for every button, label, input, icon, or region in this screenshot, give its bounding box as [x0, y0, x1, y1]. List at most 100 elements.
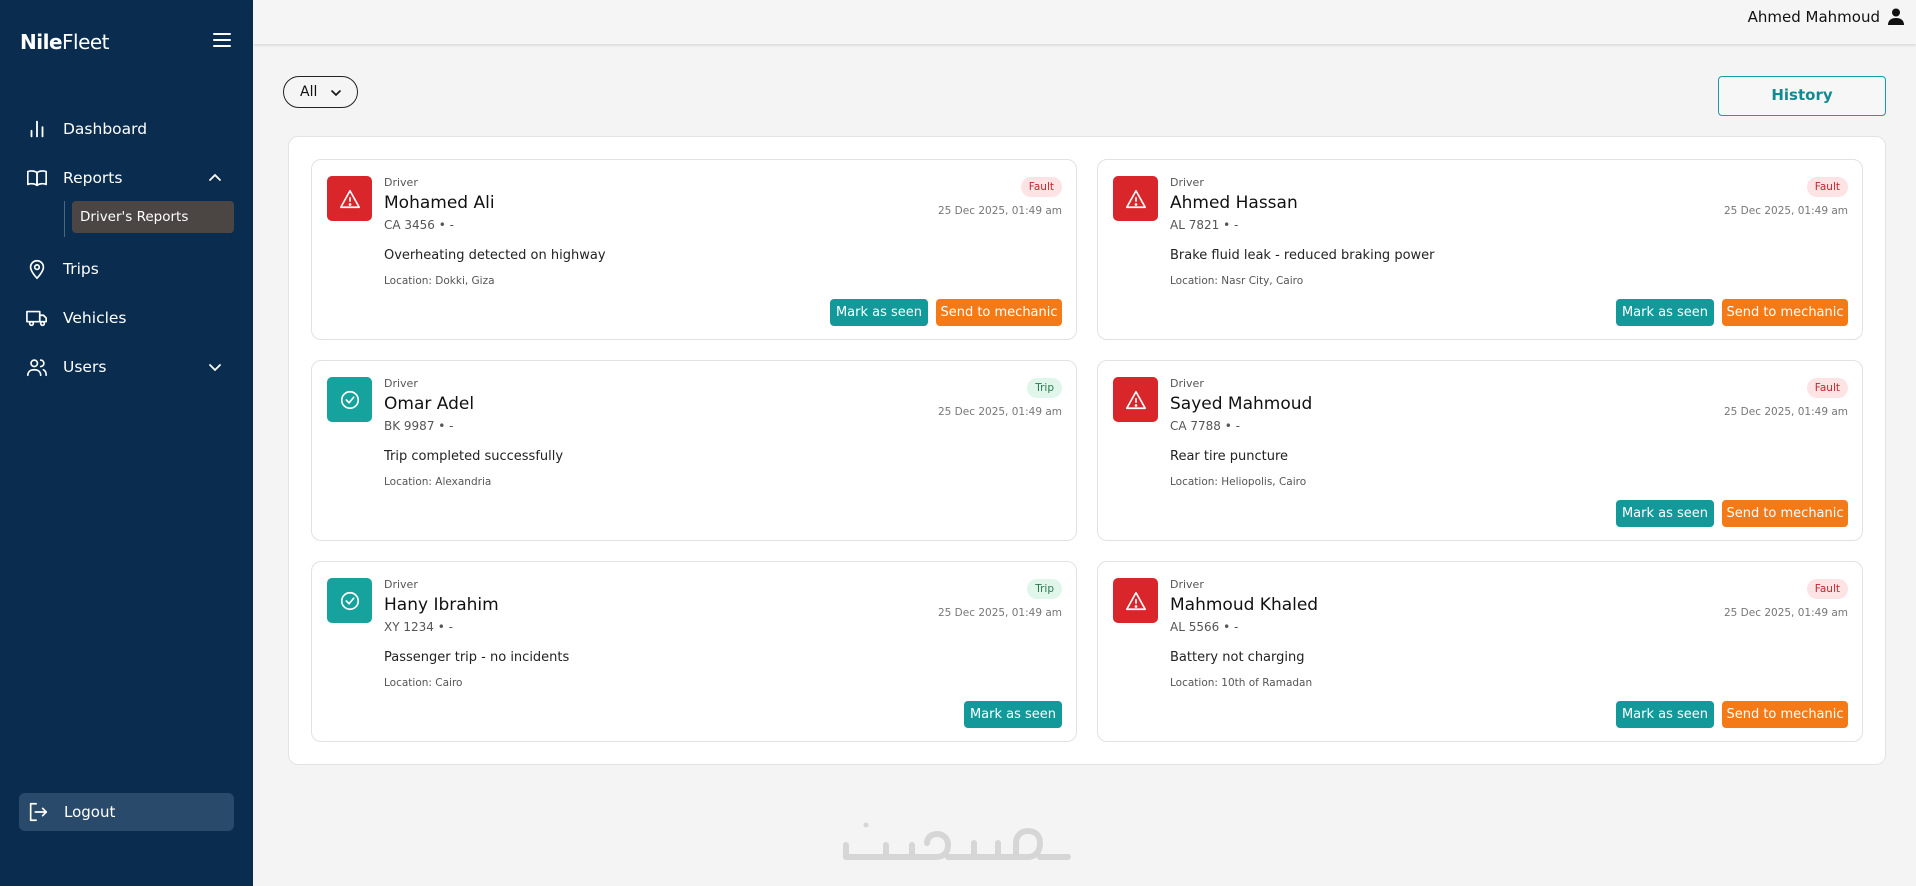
report-card: Driver Sayed Mahmoud CA 7788 • - Rear ti… [1097, 360, 1863, 541]
warning-icon [1125, 390, 1146, 409]
card-role: Driver [1170, 377, 1204, 390]
user-name[interactable]: Ahmed Mahmoud [1748, 8, 1880, 26]
report-timestamp: 25 Dec 2025, 01:49 am [1723, 406, 1848, 418]
report-description: Rear tire puncture [1170, 449, 1289, 464]
sidebar-item-trips[interactable]: Trips [0, 249, 253, 289]
status-badge: Fault [1806, 177, 1848, 197]
report-description: Passenger trip - no incidents [384, 650, 570, 665]
warning-icon [1125, 591, 1146, 610]
status-badge: Trip [1027, 579, 1062, 599]
sidebar-item-label: Users [63, 358, 107, 376]
report-card: Driver Hany Ibrahim XY 1234 • - Passenge… [311, 561, 1077, 742]
sidebar-item-vehicles[interactable]: Vehicles [0, 298, 253, 338]
filter-dropdown[interactable]: All [283, 76, 358, 108]
status-badge: Trip [1027, 378, 1062, 398]
users-icon [27, 359, 47, 377]
vehicle-plate: BK 9987 • - [384, 419, 454, 433]
report-location: Location: Alexandria [384, 476, 492, 488]
sidebar-item-label: Dashboard [63, 120, 148, 138]
check-circle-icon [340, 390, 359, 409]
sidebar-item-reports[interactable]: Reports [0, 158, 253, 198]
logout-button[interactable]: Logout [19, 793, 234, 831]
report-card: Driver Ahmed Hassan AL 7821 • - Brake fl… [1097, 159, 1863, 340]
history-button[interactable]: History [1718, 76, 1886, 116]
vehicle-plate: XY 1234 • - [384, 620, 453, 634]
driver-name: Hany Ibrahim [384, 595, 499, 615]
report-type-badge [1113, 377, 1158, 422]
filter-selected-value: All [300, 84, 318, 100]
send-to-mechanic-button[interactable]: Send to mechanic [936, 299, 1062, 326]
vehicle-plate: AL 7821 • - [1170, 218, 1239, 232]
book-icon [27, 170, 47, 187]
report-card: Driver Mahmoud Khaled AL 5566 • - Batter… [1097, 561, 1863, 742]
menu-toggle-icon[interactable] [213, 33, 231, 49]
report-timestamp: 25 Dec 2025, 01:49 am [937, 205, 1062, 217]
user-icon[interactable] [1888, 8, 1904, 25]
chevron-down-icon [331, 90, 341, 97]
sidebar-item-label: Vehicles [63, 309, 127, 327]
report-card: Driver Mohamed Ali CA 3456 • - Overheati… [311, 159, 1077, 340]
reports-panel: Driver Mohamed Ali CA 3456 • - Overheati… [288, 136, 1886, 765]
location-pin-icon [29, 259, 45, 280]
logout-icon [29, 802, 48, 822]
chevron-down-icon [209, 364, 221, 372]
mark-as-seen-button[interactable]: Mark as seen [964, 701, 1062, 728]
status-badge: Fault [1806, 378, 1848, 398]
card-role: Driver [384, 176, 418, 189]
status-badge: Fault [1020, 177, 1062, 197]
driver-name: Sayed Mahmoud [1170, 394, 1313, 414]
report-description: Trip completed successfully [384, 449, 564, 464]
report-timestamp: 25 Dec 2025, 01:49 am [1723, 607, 1848, 619]
mark-as-seen-button[interactable]: Mark as seen [1616, 701, 1714, 728]
report-description: Battery not charging [1170, 650, 1305, 665]
report-description: Brake fluid leak - reduced braking power [1170, 248, 1435, 263]
report-location: Location: Nasr City, Cairo [1170, 275, 1304, 287]
driver-name: Ahmed Hassan [1170, 193, 1298, 213]
report-type-badge [327, 578, 372, 623]
send-to-mechanic-button[interactable]: Send to mechanic [1722, 299, 1848, 326]
report-timestamp: 25 Dec 2025, 01:49 am [937, 607, 1062, 619]
report-type-badge [327, 377, 372, 422]
report-type-badge [327, 176, 372, 221]
brand-logo[interactable]: NileFleet [20, 30, 110, 54]
report-description: Overheating detected on highway [384, 248, 606, 263]
sidebar-subitem-drivers-reports[interactable]: Driver's Reports [72, 201, 234, 233]
card-role: Driver [1170, 176, 1204, 189]
sidebar-item-dashboard[interactable]: Dashboard [0, 109, 253, 149]
card-role: Driver [384, 377, 418, 390]
sidebar-item-label: Reports [63, 169, 123, 187]
driver-name: Mohamed Ali [384, 193, 495, 213]
warning-icon [1125, 189, 1146, 208]
submenu-line [64, 201, 65, 237]
logout-label: Logout [64, 803, 116, 821]
report-location: Location: 10th of Ramadan [1170, 677, 1313, 689]
vehicle-plate: CA 7788 • - [1170, 419, 1240, 433]
report-card: Driver Omar Adel BK 9987 • - Trip comple… [311, 360, 1077, 541]
mark-as-seen-button[interactable]: Mark as seen [1616, 500, 1714, 527]
mark-as-seen-button[interactable]: Mark as seen [830, 299, 928, 326]
report-timestamp: 25 Dec 2025, 01:49 am [1723, 205, 1848, 217]
chevron-up-icon [209, 173, 221, 181]
sidebar: NileFleet Dashboard Reports Driver's Rep… [0, 0, 253, 886]
warning-icon [339, 189, 360, 208]
vehicle-plate: AL 5566 • - [1170, 620, 1239, 634]
report-type-badge [1113, 176, 1158, 221]
mark-as-seen-button[interactable]: Mark as seen [1616, 299, 1714, 326]
sidebar-item-users[interactable]: Users [0, 347, 253, 387]
status-badge: Fault [1806, 579, 1848, 599]
driver-name: Omar Adel [384, 394, 475, 414]
truck-icon [26, 310, 47, 327]
send-to-mechanic-button[interactable]: Send to mechanic [1722, 500, 1848, 527]
sidebar-item-label: Trips [63, 260, 99, 278]
top-bar: Ahmed Mahmoud [253, 0, 1916, 44]
send-to-mechanic-button[interactable]: Send to mechanic [1722, 701, 1848, 728]
report-location: Location: Dokki, Giza [384, 275, 495, 287]
bar-chart-icon [30, 120, 44, 138]
report-location: Location: Heliopolis, Cairo [1170, 476, 1307, 488]
report-location: Location: Cairo [384, 677, 463, 689]
vehicle-plate: CA 3456 • - [384, 218, 454, 232]
card-role: Driver [1170, 578, 1204, 591]
card-role: Driver [384, 578, 418, 591]
check-circle-icon [340, 591, 359, 610]
driver-name: Mahmoud Khaled [1170, 595, 1319, 615]
